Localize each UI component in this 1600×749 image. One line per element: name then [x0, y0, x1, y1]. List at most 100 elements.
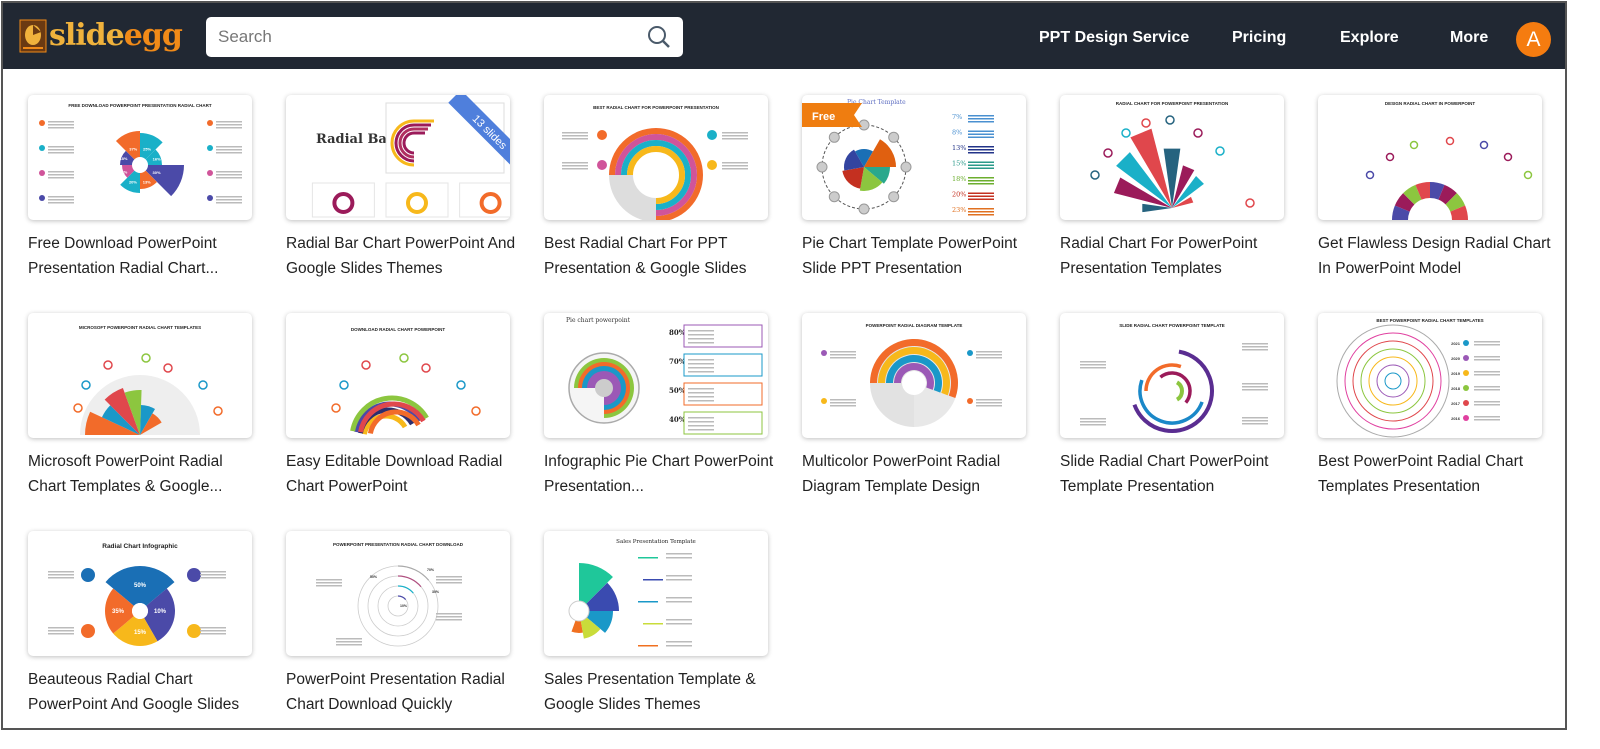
placeholder-text-line [666, 553, 692, 555]
template-card[interactable]: DOWNLOAD RADIAL CHART POWERPOINT Easy Edi… [286, 313, 510, 531]
template-card[interactable]: POWERPOINT PRESENTATION RADIAL CHART DOW… [286, 531, 510, 749]
template-title[interactable]: Sales Presentation Template & Google Sli… [544, 667, 780, 717]
placeholder-text-line [968, 152, 994, 154]
template-title[interactable]: Best Radial Chart For PPT Presentation &… [544, 231, 780, 281]
template-card[interactable]: Radial Bar Chart 13 slides Radial Bar Char… [286, 95, 515, 313]
template-thumbnail[interactable]: Radial Bar Chart 13 slides [286, 95, 510, 220]
template-card[interactable]: RADIAL CHART FOR POWERPOINT PRESENTATION… [1060, 95, 1284, 313]
template-thumbnail[interactable]: Radial Chart Infographic 50% 10% 15% 35% [28, 531, 252, 656]
search-input[interactable] [218, 27, 647, 47]
template-thumbnail[interactable]: SLIDE RADIAL CHART POWERPOINT TEMPLATE [1060, 313, 1284, 438]
template-card[interactable]: BEST POWERPOINT RADIAL CHART TEMPLATES 20… [1318, 313, 1542, 531]
template-title[interactable]: Microsoft PowerPoint Radial Chart Templa… [28, 449, 264, 499]
placeholder-text-line [48, 127, 74, 129]
ring-label: 10% [400, 604, 408, 608]
template-thumbnail[interactable]: BEST RADIAL CHART FOR POWERPOINT PRESENT… [544, 95, 768, 220]
template-card[interactable]: FREE DOWNLOAD POWERPOINT PRESENTATION RA… [28, 95, 252, 313]
template-thumbnail[interactable]: Pie chart powerpoint 80% 70% 50% 40% [544, 313, 768, 438]
template-title[interactable]: Best PowerPoint Radial Chart Templates P… [1318, 449, 1554, 499]
template-card[interactable]: DESIGN RADIAL CHART IN POWERPOINT Get Fla… [1318, 95, 1551, 313]
placeholder-text-line [722, 138, 748, 140]
template-thumbnail[interactable]: DOWNLOAD RADIAL CHART POWERPOINT [286, 313, 510, 438]
template-title[interactable]: Radial Chart For PowerPoint Presentation… [1060, 231, 1296, 281]
thumbnail-graphic: Radial Chart Infographic 50% 10% 15% 35% [48, 543, 226, 646]
template-title[interactable]: Slide Radial Chart PowerPoint Template P… [1060, 449, 1296, 499]
template-thumbnail[interactable]: FREE DOWNLOAD POWERPOINT PRESENTATION RA… [28, 95, 252, 220]
template-card[interactable]: SLIDE RADIAL CHART POWERPOINT TEMPLATE Sl… [1060, 313, 1284, 531]
placeholder-text-line [666, 619, 692, 621]
thumbnail-graphic: FREE DOWNLOAD POWERPOINT PRESENTATION RA… [39, 103, 242, 204]
template-thumbnail[interactable]: RADIAL CHART FOR POWERPOINT PRESENTATION [1060, 95, 1284, 220]
template-card[interactable]: MICROSOFT POWERPOINT RADIAL CHART TEMPLA… [28, 313, 252, 531]
placeholder-text-line [830, 399, 856, 401]
template-card[interactable]: Sales Presentation Template Sales Present… [544, 531, 768, 749]
placeholder-text-line [722, 168, 748, 170]
number-dot [207, 195, 213, 201]
center-chart-icon [568, 600, 590, 622]
thumbnail-graphic: RADIAL CHART FOR POWERPOINT PRESENTATION [1090, 101, 1255, 213]
template-title[interactable]: Pie Chart Template PowerPoint Slide PPT … [802, 231, 1038, 281]
placeholder-text-line [688, 425, 714, 427]
template-thumbnail[interactable]: Sales Presentation Template [544, 531, 768, 656]
template-thumbnail[interactable]: POWERPOINT RADIAL DIAGRAM TEMPLATE [802, 313, 1026, 438]
logo[interactable]: slide egg [19, 19, 183, 53]
top-navbar: slideegg PPT Design Service Pricing Expl… [3, 3, 1565, 69]
number-dot [1193, 128, 1203, 138]
number-dot [331, 403, 341, 413]
spiral-arc [1144, 363, 1182, 392]
chart-percent: 23% [952, 206, 966, 214]
search-icon[interactable] [647, 25, 671, 49]
placeholder-text-line [316, 582, 342, 584]
user-avatar[interactable]: A [1516, 22, 1551, 57]
concentric-ring [1352, 340, 1434, 422]
placeholder-text-line [688, 334, 714, 336]
template-thumbnail[interactable]: DESIGN RADIAL CHART IN POWERPOINT [1318, 95, 1542, 220]
template-card[interactable]: Pie Chart Template 7% 8% 13% 15% 18% 20% 23% Fre… [802, 95, 1026, 313]
concentric-ring [1376, 364, 1410, 398]
number-dot [1121, 128, 1131, 138]
placeholder-text-line [1474, 344, 1500, 346]
placeholder-text-line [688, 342, 714, 344]
number-dot [1445, 136, 1455, 146]
placeholder-text-line [968, 167, 994, 169]
template-thumbnail[interactable]: POWERPOINT PRESENTATION RADIAL CHART DOW… [286, 531, 510, 656]
placeholder-text-line [968, 208, 994, 210]
radial-bar-tail [414, 131, 425, 135]
template-card[interactable]: BEST RADIAL CHART FOR POWERPOINT PRESENT… [544, 95, 768, 313]
template-title[interactable]: Infographic Pie Chart PowerPoint Present… [544, 449, 780, 499]
category-icon [187, 568, 201, 582]
placeholder-text-line [200, 577, 226, 579]
sector-label: 25% [143, 146, 151, 151]
template-thumbnail[interactable]: MICROSOFT POWERPOINT RADIAL CHART TEMPLA… [28, 313, 252, 438]
template-title[interactable]: Radial Bar Chart PowerPoint And Google S… [286, 231, 522, 281]
template-title[interactable]: Multicolor PowerPoint Radial Diagram Tem… [802, 449, 1038, 499]
placeholder-text-line [666, 601, 692, 603]
placeholder-text-line [688, 396, 714, 398]
number-dot [339, 380, 349, 390]
placeholder-text-line [200, 571, 226, 573]
nav-ppt-design-service[interactable]: PPT Design Service [1039, 29, 1189, 47]
ring-label: 50% [370, 575, 378, 579]
template-thumbnail[interactable]: Pie Chart Template 7% 8% 13% 15% 18% 20% 23% Fre… [802, 95, 1026, 220]
placeholder-text-line [688, 417, 714, 419]
template-title[interactable]: Easy Editable Download Radial Chart Powe… [286, 449, 522, 499]
template-title[interactable]: Beauteous Radial Chart PowerPoint And Go… [28, 667, 264, 717]
placeholder-text-line [666, 597, 692, 599]
template-card[interactable]: Radial Chart Infographic 50% 10% 15% 35% Beau… [28, 531, 252, 749]
thumbnail-graphic: DESIGN RADIAL CHART IN POWERPOINT [1365, 101, 1533, 220]
segment-label: 35% [112, 609, 125, 615]
radial-bar-tail [414, 119, 434, 123]
template-title[interactable]: Get Flawless Design Radial Chart In Powe… [1318, 231, 1554, 281]
thumbnail-graphic: BEST RADIAL CHART FOR POWERPOINT PRESENT… [562, 105, 748, 220]
year-label: 2017 [1451, 401, 1461, 406]
template-card[interactable]: POWERPOINT RADIAL DIAGRAM TEMPLATE Multic… [802, 313, 1026, 531]
nav-pricing[interactable]: Pricing [1232, 29, 1286, 47]
slide-heading: Pie chart powerpoint [566, 317, 631, 324]
template-title[interactable]: Free Download PowerPoint Presentation Ra… [28, 231, 264, 281]
template-title[interactable]: PowerPoint Presentation Radial Chart Dow… [286, 667, 522, 717]
nav-more[interactable]: More [1450, 29, 1488, 47]
template-card[interactable]: Pie chart powerpoint 80% 70% 50% 40% Infograp… [544, 313, 773, 531]
placeholder-text-line [1242, 343, 1268, 345]
nav-explore[interactable]: Explore [1340, 29, 1399, 47]
template-thumbnail[interactable]: BEST POWERPOINT RADIAL CHART TEMPLATES 20… [1318, 313, 1542, 438]
